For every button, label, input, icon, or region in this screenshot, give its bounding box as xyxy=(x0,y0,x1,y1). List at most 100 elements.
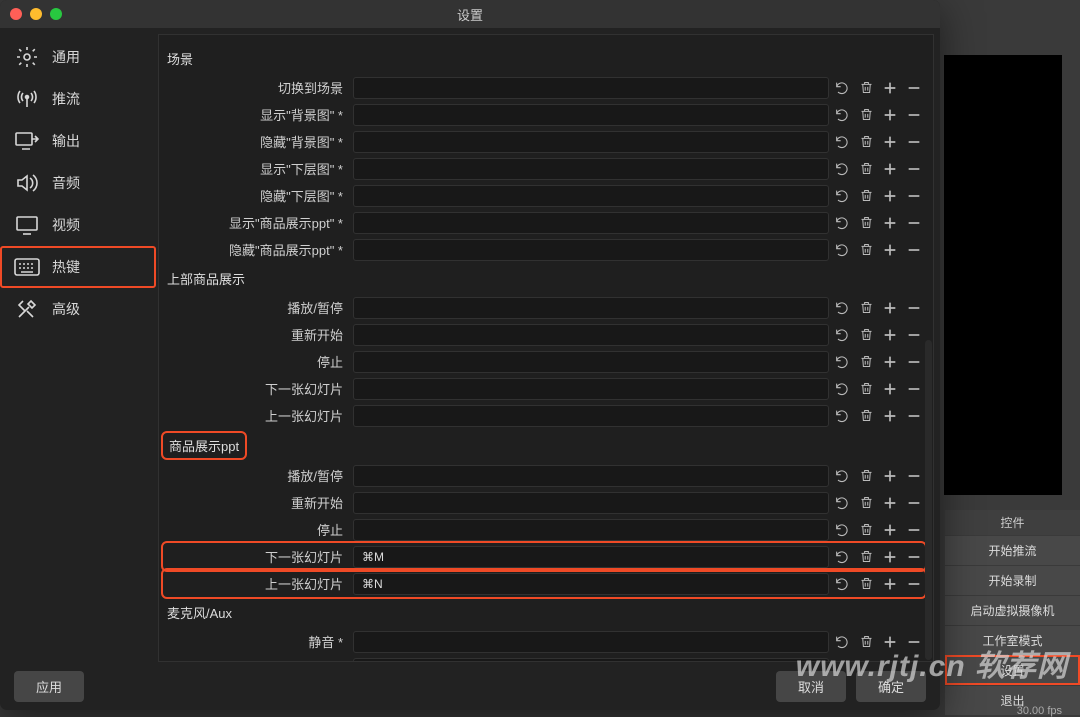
minus-icon[interactable] xyxy=(903,519,925,541)
minus-icon[interactable] xyxy=(903,185,925,207)
trash-icon[interactable] xyxy=(855,546,877,568)
plus-icon[interactable] xyxy=(879,351,901,373)
undo-icon[interactable] xyxy=(831,465,853,487)
trash-icon[interactable] xyxy=(855,519,877,541)
undo-icon[interactable] xyxy=(831,519,853,541)
trash-icon[interactable] xyxy=(855,492,877,514)
plus-icon[interactable] xyxy=(879,239,901,261)
plus-icon[interactable] xyxy=(879,158,901,180)
undo-icon[interactable] xyxy=(831,405,853,427)
minus-icon[interactable] xyxy=(903,631,925,653)
sidebar-item-general[interactable]: 通用 xyxy=(0,36,156,78)
cancel-button[interactable]: 取消 xyxy=(776,671,846,702)
controls-button[interactable]: 开始推流 xyxy=(945,535,1080,565)
minimize-icon[interactable] xyxy=(30,8,42,20)
minus-icon[interactable] xyxy=(903,573,925,595)
minus-icon[interactable] xyxy=(903,158,925,180)
undo-icon[interactable] xyxy=(831,378,853,400)
minus-icon[interactable] xyxy=(903,405,925,427)
scrollbar[interactable] xyxy=(925,340,932,660)
sidebar-item-output[interactable]: 输出 xyxy=(0,120,156,162)
undo-icon[interactable] xyxy=(831,77,853,99)
minus-icon[interactable] xyxy=(903,492,925,514)
controls-button[interactable]: 工作室模式 xyxy=(945,625,1080,655)
minus-icon[interactable] xyxy=(903,104,925,126)
trash-icon[interactable] xyxy=(855,239,877,261)
undo-icon[interactable] xyxy=(831,351,853,373)
plus-icon[interactable] xyxy=(879,465,901,487)
hotkey-input[interactable] xyxy=(353,324,829,346)
apply-button[interactable]: 应用 xyxy=(14,671,84,702)
ok-button[interactable]: 确定 xyxy=(856,671,926,702)
hotkey-input[interactable] xyxy=(353,158,829,180)
hotkey-input[interactable] xyxy=(353,465,829,487)
plus-icon[interactable] xyxy=(879,519,901,541)
undo-icon[interactable] xyxy=(831,104,853,126)
undo-icon[interactable] xyxy=(831,185,853,207)
trash-icon[interactable] xyxy=(855,158,877,180)
undo-icon[interactable] xyxy=(831,131,853,153)
trash-icon[interactable] xyxy=(855,212,877,234)
trash-icon[interactable] xyxy=(855,378,877,400)
plus-icon[interactable] xyxy=(879,324,901,346)
hotkey-input[interactable] xyxy=(353,351,829,373)
minus-icon[interactable] xyxy=(903,465,925,487)
undo-icon[interactable] xyxy=(831,573,853,595)
minus-icon[interactable] xyxy=(903,212,925,234)
minus-icon[interactable] xyxy=(903,378,925,400)
hotkey-input[interactable] xyxy=(353,573,829,595)
hotkey-input[interactable] xyxy=(353,131,829,153)
controls-button[interactable]: 启动虚拟摄像机 xyxy=(945,595,1080,625)
plus-icon[interactable] xyxy=(879,297,901,319)
minus-icon[interactable] xyxy=(903,546,925,568)
trash-icon[interactable] xyxy=(855,573,877,595)
hotkey-input[interactable] xyxy=(353,77,829,99)
undo-icon[interactable] xyxy=(831,546,853,568)
minus-icon[interactable] xyxy=(903,131,925,153)
trash-icon[interactable] xyxy=(855,405,877,427)
trash-icon[interactable] xyxy=(855,465,877,487)
minus-icon[interactable] xyxy=(903,324,925,346)
plus-icon[interactable] xyxy=(879,378,901,400)
undo-icon[interactable] xyxy=(831,212,853,234)
trash-icon[interactable] xyxy=(855,297,877,319)
sidebar-item-audio[interactable]: 音频 xyxy=(0,162,156,204)
sidebar-item-hotkeys[interactable]: 热键 xyxy=(0,246,156,288)
close-icon[interactable] xyxy=(10,8,22,20)
trash-icon[interactable] xyxy=(855,77,877,99)
hotkeys-content[interactable]: 场景切换到场景显示"背景图" *隐藏"背景图" *显示"下层图" *隐藏"下层图… xyxy=(158,34,934,662)
minus-icon[interactable] xyxy=(903,297,925,319)
hotkey-input[interactable] xyxy=(353,297,829,319)
minus-icon[interactable] xyxy=(903,351,925,373)
undo-icon[interactable] xyxy=(831,631,853,653)
sidebar-item-advanced[interactable]: 高级 xyxy=(0,288,156,330)
trash-icon[interactable] xyxy=(855,324,877,346)
hotkey-input[interactable] xyxy=(353,212,829,234)
undo-icon[interactable] xyxy=(831,297,853,319)
plus-icon[interactable] xyxy=(879,185,901,207)
zoom-icon[interactable] xyxy=(50,8,62,20)
plus-icon[interactable] xyxy=(879,573,901,595)
hotkey-input[interactable] xyxy=(353,631,829,653)
undo-icon[interactable] xyxy=(831,239,853,261)
hotkey-input[interactable] xyxy=(353,519,829,541)
undo-icon[interactable] xyxy=(831,158,853,180)
sidebar-item-stream[interactable]: 推流 xyxy=(0,78,156,120)
hotkey-input[interactable] xyxy=(353,239,829,261)
plus-icon[interactable] xyxy=(879,104,901,126)
trash-icon[interactable] xyxy=(855,631,877,653)
controls-button[interactable]: 开始录制 xyxy=(945,565,1080,595)
hotkey-input[interactable] xyxy=(353,405,829,427)
plus-icon[interactable] xyxy=(879,212,901,234)
hotkey-input[interactable] xyxy=(353,378,829,400)
plus-icon[interactable] xyxy=(879,546,901,568)
undo-icon[interactable] xyxy=(831,492,853,514)
hotkey-input[interactable] xyxy=(353,492,829,514)
plus-icon[interactable] xyxy=(879,131,901,153)
plus-icon[interactable] xyxy=(879,631,901,653)
trash-icon[interactable] xyxy=(855,351,877,373)
plus-icon[interactable] xyxy=(879,492,901,514)
undo-icon[interactable] xyxy=(831,324,853,346)
plus-icon[interactable] xyxy=(879,77,901,99)
minus-icon[interactable] xyxy=(903,77,925,99)
